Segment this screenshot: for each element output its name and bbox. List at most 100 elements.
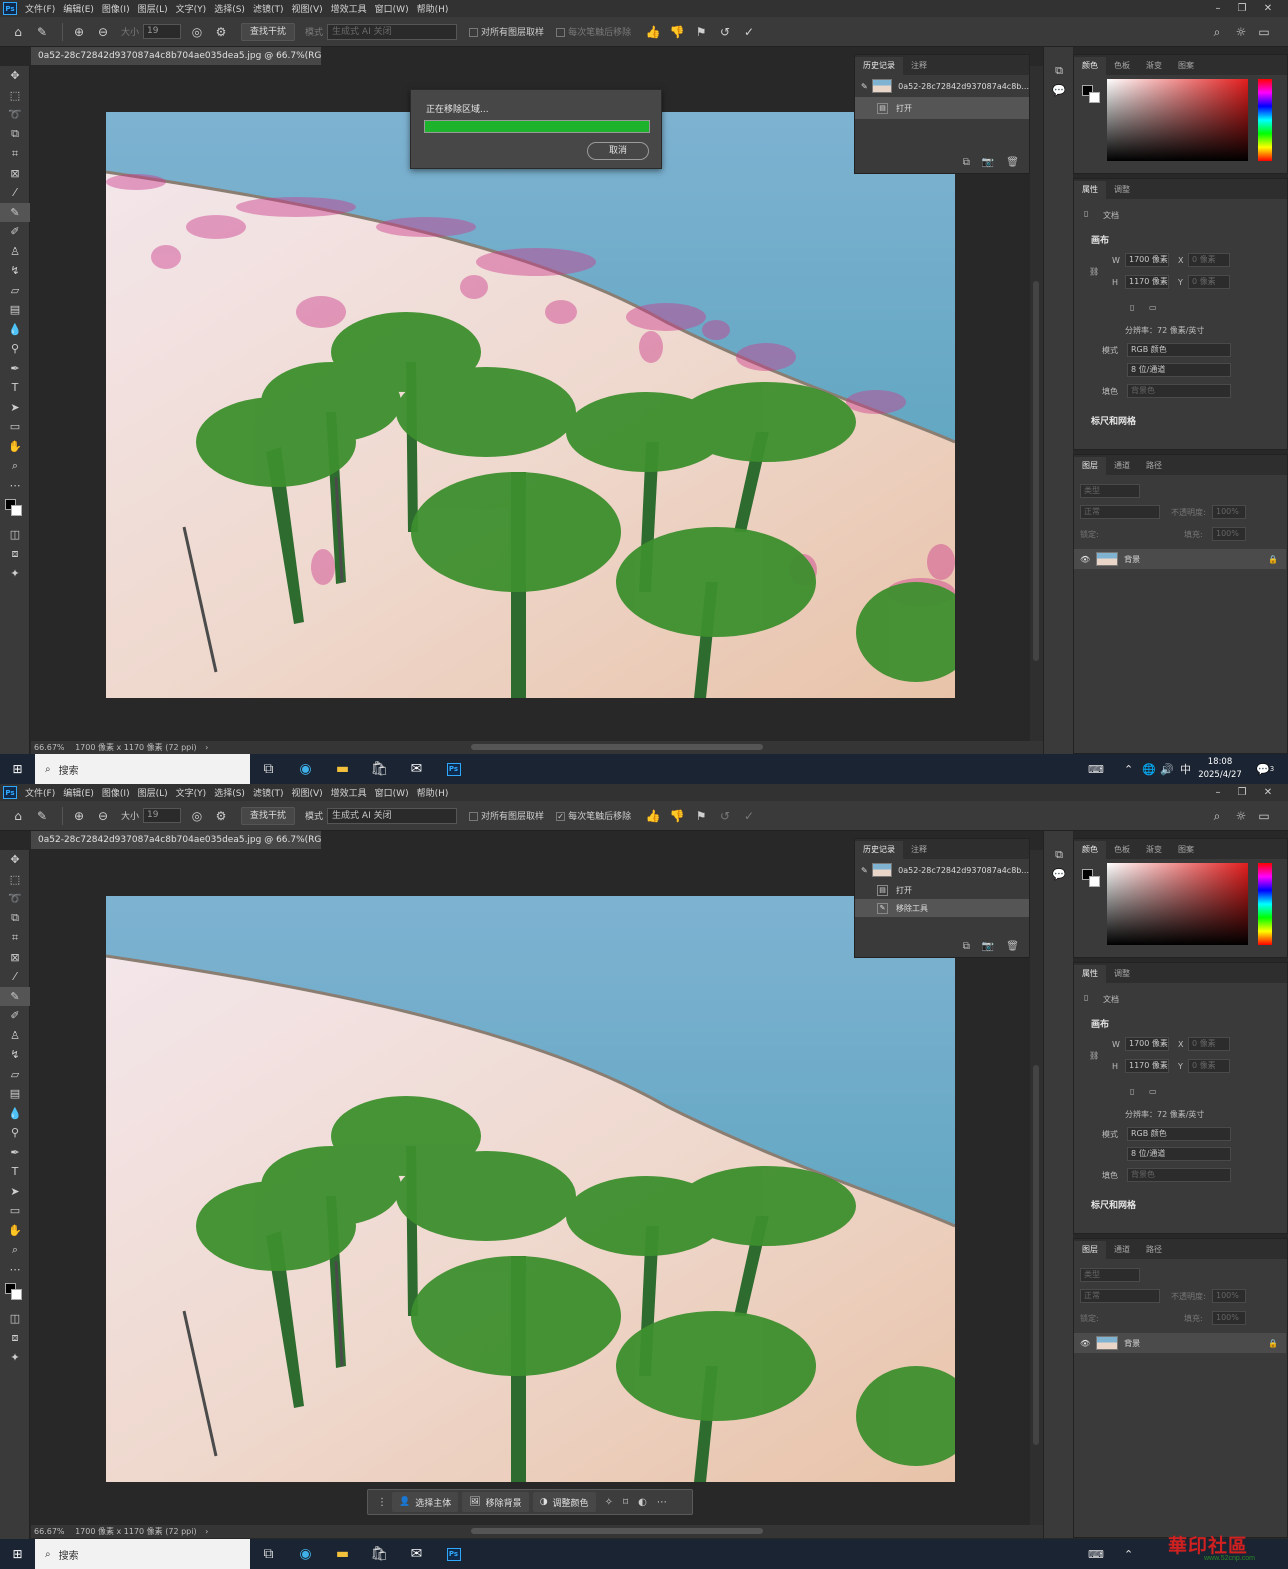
background-swatch[interactable] xyxy=(1089,876,1100,887)
camera-icon[interactable]: 📷 xyxy=(982,157,994,168)
sample-all-layers-checkbox[interactable]: 对所有图层取样 xyxy=(469,25,544,38)
history-snapshot[interactable]: ✎ 0a52-28c72842d937087a4c8b... xyxy=(855,859,1029,881)
select-subject-button[interactable]: 👤 选择主体 xyxy=(392,1492,459,1512)
close-icon[interactable]: ✕ xyxy=(1256,784,1280,801)
background-swatch[interactable] xyxy=(1089,92,1100,103)
history-item-remove-tool[interactable]: ✎ 移除工具 xyxy=(855,899,1029,917)
zoom-tool-icon[interactable]: ⌕ xyxy=(0,1240,30,1260)
network-globe-icon[interactable]: 🌐 xyxy=(1142,754,1156,784)
remove-tool-icon[interactable]: ✎ xyxy=(32,806,52,826)
task-view-icon[interactable]: ⧉ xyxy=(250,754,287,784)
restore-icon[interactable]: ❐ xyxy=(1230,0,1254,17)
stamp-tool-icon[interactable]: ♙ xyxy=(0,1026,30,1046)
menu-window[interactable]: 窗口(W) xyxy=(371,786,413,799)
taskbar-search[interactable]: ⌕ 搜索 xyxy=(35,754,250,784)
hand-tool-icon[interactable]: ✋ xyxy=(0,437,30,457)
canvas-section-title[interactable]: 画布 xyxy=(1091,233,1109,246)
tab-channels[interactable]: 通道 xyxy=(1106,1241,1138,1259)
remove-tool-selected-icon[interactable]: ✎ xyxy=(0,986,30,1006)
color-picker-field[interactable] xyxy=(1107,79,1248,161)
move-tool-icon[interactable]: ✥ xyxy=(0,850,30,870)
eyedropper-tool-icon[interactable]: ⁄ xyxy=(0,183,30,203)
size-input[interactable]: 19 xyxy=(143,808,182,823)
beach-photo-cleaned[interactable] xyxy=(106,896,955,1482)
comments-panel-icon[interactable]: 💬 xyxy=(1044,81,1074,101)
color-swatches[interactable] xyxy=(0,1279,29,1309)
menu-file[interactable]: 文件(F) xyxy=(21,786,59,799)
scrollbar-thumb[interactable] xyxy=(1033,281,1039,661)
tab-swatches[interactable]: 色板 xyxy=(1106,841,1138,859)
photoshop-taskbar-icon[interactable]: Ps xyxy=(435,754,472,784)
tab-swatches[interactable]: 色板 xyxy=(1106,57,1138,75)
tab-comments[interactable]: 注释 xyxy=(903,57,935,75)
tab-patterns[interactable]: 图案 xyxy=(1170,57,1202,75)
color-picker-field[interactable] xyxy=(1107,863,1248,945)
edge-browser-icon[interactable]: ◉ xyxy=(287,1539,324,1569)
tab-patterns[interactable]: 图案 xyxy=(1170,841,1202,859)
crop-tool-icon[interactable]: ⌗ xyxy=(0,928,30,948)
menu-help[interactable]: 帮助(H) xyxy=(413,2,453,15)
blend-mode-select[interactable]: 正常 xyxy=(1080,1289,1160,1303)
fill-input[interactable]: 100% xyxy=(1212,527,1246,541)
color-mode-select[interactable]: RGB 颜色 xyxy=(1127,343,1231,357)
remove-background-button[interactable]: 🖼 移除背景 xyxy=(462,1492,529,1512)
remove-after-stroke-checkbox[interactable]: 每次笔触后移除 xyxy=(556,25,631,38)
history-item-open[interactable]: ▤ 打开 xyxy=(855,97,1029,119)
layer-name[interactable]: 背景 xyxy=(1124,1338,1140,1349)
tab-properties[interactable]: 属性 xyxy=(1074,965,1106,983)
history-panel-icon[interactable]: ⧉ xyxy=(1044,845,1074,865)
tab-paths[interactable]: 路径 xyxy=(1138,457,1170,475)
add-mode-icon[interactable]: ⊕ xyxy=(69,22,89,42)
workspace-icon[interactable]: ▭ xyxy=(1254,801,1274,831)
menu-help[interactable]: 帮助(H) xyxy=(413,786,453,799)
rulers-grid-section-title[interactable]: 标尺和网格 xyxy=(1091,1198,1136,1211)
rulers-grid-section-title[interactable]: 标尺和网格 xyxy=(1091,414,1136,427)
hand-tool-icon[interactable]: ✋ xyxy=(0,1221,30,1241)
color-swatches[interactable] xyxy=(0,495,29,525)
menu-filter[interactable]: 滤镜(T) xyxy=(249,786,288,799)
history-item-open[interactable]: ▤ 打开 xyxy=(855,881,1029,899)
more-tools-icon[interactable]: ⋯ xyxy=(0,1260,30,1280)
cancel-button[interactable]: 取消 xyxy=(587,142,649,160)
frame-tool-icon[interactable]: ⊠ xyxy=(0,164,30,184)
menu-view[interactable]: 视图(V) xyxy=(287,2,326,15)
tab-color[interactable]: 颜色 xyxy=(1074,57,1106,75)
tab-channels[interactable]: 通道 xyxy=(1106,457,1138,475)
home-icon[interactable]: ⌂ xyxy=(8,22,28,42)
search-icon[interactable]: ⌕ xyxy=(1207,17,1227,47)
opacity-input[interactable]: 100% xyxy=(1212,1289,1246,1303)
menu-edit[interactable]: 编辑(E) xyxy=(59,2,98,15)
new-document-from-state-icon[interactable]: ⧉ xyxy=(963,941,970,952)
photoshop-taskbar-icon[interactable]: Ps xyxy=(435,1539,472,1569)
close-icon[interactable]: ✕ xyxy=(1256,0,1280,17)
tab-gradients[interactable]: 渐变 xyxy=(1138,57,1170,75)
layer-filter-input[interactable]: 类型 xyxy=(1080,1268,1140,1282)
menu-window[interactable]: 窗口(W) xyxy=(371,2,413,15)
shape-tool-icon[interactable]: ▭ xyxy=(0,417,30,437)
landscape-icon[interactable]: ▭ xyxy=(1149,1087,1157,1096)
thumbs-up-icon[interactable]: 👍 xyxy=(643,806,663,826)
gradient-tool-icon[interactable]: ▤ xyxy=(0,300,30,320)
history-brush-icon[interactable]: ↯ xyxy=(0,1045,30,1065)
blend-mode-select[interactable]: 正常 xyxy=(1080,505,1160,519)
menu-plugins[interactable]: 增效工具 xyxy=(327,2,371,15)
screen-mode-icon[interactable]: ⧈ xyxy=(0,1329,30,1349)
tab-history[interactable]: 历史记录 xyxy=(855,57,903,75)
move-tool-icon[interactable]: ✥ xyxy=(0,66,30,86)
mask-icon[interactable]: ◐ xyxy=(638,1497,647,1508)
height-field[interactable]: 1170 像素 xyxy=(1125,275,1169,289)
tab-comments[interactable]: 注释 xyxy=(903,841,935,859)
quick-mask-icon[interactable]: ◫ xyxy=(0,1309,30,1329)
mode-select[interactable]: 生成式 AI 关闭 xyxy=(327,23,458,40)
screen-mode-icon[interactable]: ⧈ xyxy=(0,545,30,565)
subtract-mode-icon[interactable]: ⊖ xyxy=(93,22,113,42)
blur-tool-icon[interactable]: 💧 xyxy=(0,320,30,340)
pen-tool-icon[interactable]: ✒ xyxy=(0,359,30,379)
portrait-icon[interactable]: ▯ xyxy=(1130,1087,1134,1096)
lock-icon[interactable]: 🔒 xyxy=(1268,555,1278,564)
restore-icon[interactable]: ❐ xyxy=(1230,784,1254,801)
menu-edit[interactable]: 编辑(E) xyxy=(59,786,98,799)
keyboard-icon[interactable]: ⌨ xyxy=(1088,754,1104,784)
link-icon[interactable]: ⛓ xyxy=(1089,267,1099,276)
tab-properties[interactable]: 属性 xyxy=(1074,181,1106,199)
